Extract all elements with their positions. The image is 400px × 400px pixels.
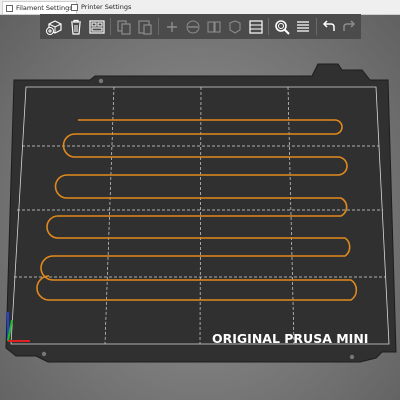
mount-hole bbox=[349, 354, 355, 360]
mount-hole bbox=[98, 78, 104, 84]
mount-hole bbox=[41, 351, 47, 357]
mount-hole bbox=[293, 69, 299, 75]
3d-viewport[interactable]: ORIGINAL PRUSA MINI bbox=[0, 0, 400, 400]
bed-label: ORIGINAL PRUSA MINI bbox=[212, 331, 368, 346]
